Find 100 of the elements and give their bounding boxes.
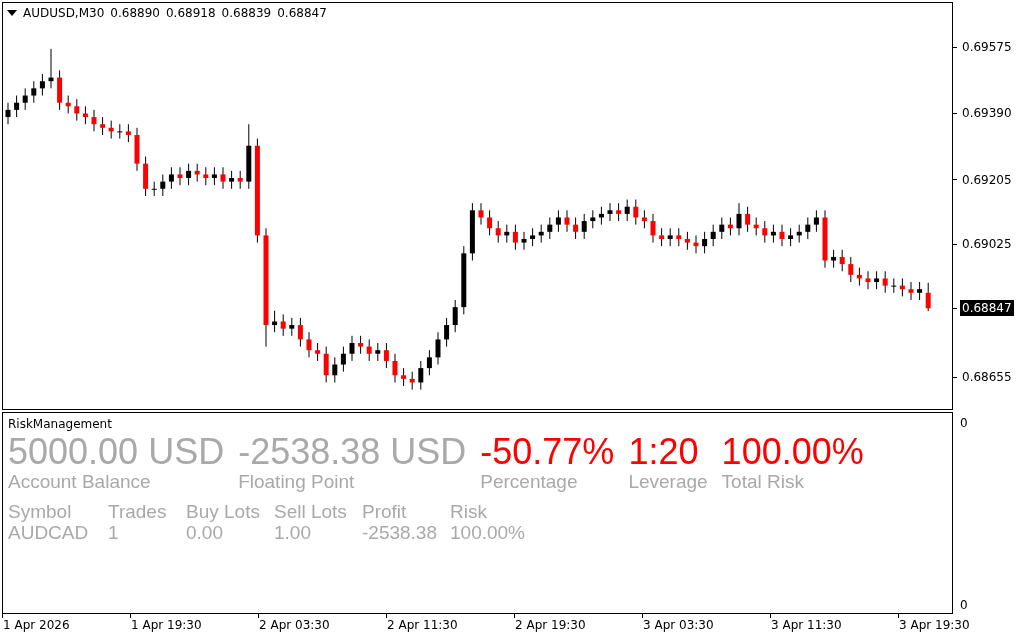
candlestick bbox=[392, 353, 398, 383]
dropdown-arrow-icon[interactable] bbox=[7, 10, 17, 16]
time-label: 3 Apr 11:30 bbox=[770, 618, 843, 632]
candlestick bbox=[573, 216, 579, 240]
time-label: 3 Apr 03:30 bbox=[642, 618, 715, 632]
chart-symbol: AUDUSD,M30 bbox=[23, 6, 105, 20]
candlestick bbox=[882, 270, 888, 294]
candlestick bbox=[444, 317, 450, 348]
candlestick bbox=[31, 80, 37, 104]
candlestick bbox=[349, 335, 355, 362]
candlestick bbox=[306, 331, 312, 358]
summary-value: -2538.38 USD bbox=[238, 433, 467, 471]
price-label: 0.69390 bbox=[961, 105, 1013, 122]
candlestick bbox=[297, 317, 303, 348]
candlestick bbox=[340, 346, 346, 373]
column-header: Sell Lots bbox=[274, 501, 348, 522]
summary-value: 1:20 bbox=[628, 433, 700, 471]
candlestick bbox=[151, 181, 157, 197]
candlestick bbox=[366, 338, 372, 362]
candlestick bbox=[925, 282, 931, 312]
candlestick bbox=[702, 231, 708, 254]
price-value: 0.68847 bbox=[277, 6, 327, 20]
candlestick bbox=[280, 313, 286, 337]
summary-value: -50.77% bbox=[480, 433, 615, 471]
candlestick bbox=[14, 95, 20, 118]
axis-label: 0 bbox=[960, 598, 969, 612]
summary-label: Total Risk bbox=[721, 471, 805, 493]
candlestick bbox=[839, 249, 845, 272]
table-cell-text: 1.00 bbox=[274, 522, 312, 543]
candlestick bbox=[762, 220, 768, 244]
price-value: 0.68839 bbox=[221, 6, 272, 20]
candlestick bbox=[452, 299, 458, 333]
candlestick bbox=[22, 87, 28, 111]
candlestick bbox=[117, 123, 123, 140]
column-header: Risk bbox=[450, 501, 488, 522]
candlestick bbox=[383, 342, 389, 369]
candlestick bbox=[908, 281, 914, 301]
price-value: 0.68918 bbox=[165, 6, 216, 20]
price-value: 0.68890 bbox=[110, 6, 160, 20]
time-label: 1 Apr 2026 bbox=[2, 618, 71, 632]
candlestick bbox=[805, 216, 811, 240]
candlestick bbox=[848, 256, 854, 283]
column-header: Symbol bbox=[8, 501, 73, 522]
candlestick bbox=[426, 349, 432, 376]
candlestick bbox=[891, 277, 897, 294]
summary-value: 5000.00 USD bbox=[8, 433, 225, 471]
candlestick bbox=[186, 163, 192, 186]
candlestick bbox=[39, 73, 45, 97]
candlestick bbox=[624, 199, 630, 222]
candlestick bbox=[555, 209, 561, 233]
candlestick bbox=[581, 213, 587, 240]
table-cell-text: 100.00% bbox=[450, 522, 526, 543]
candlestick bbox=[418, 360, 424, 391]
table-cell-text: 1 bbox=[108, 522, 120, 543]
candlestick bbox=[736, 202, 742, 236]
table-cell-text: 0.00 bbox=[186, 522, 224, 543]
time-label: 2 Apr 03:30 bbox=[258, 618, 331, 632]
candlestick bbox=[521, 231, 527, 251]
price-label: 0.69575 bbox=[961, 39, 1013, 56]
column-header: Profit bbox=[362, 501, 408, 522]
summary-label: Floating Point bbox=[238, 471, 356, 493]
time-label: 2 Apr 11:30 bbox=[386, 618, 459, 632]
candlestick bbox=[478, 202, 484, 226]
candlestick bbox=[487, 209, 493, 236]
price-label: 0.69025 bbox=[961, 236, 1013, 253]
candlestick bbox=[650, 213, 656, 244]
table-cell-text: -2538.38 bbox=[362, 522, 438, 543]
price-label: 0.68655 bbox=[961, 369, 1013, 386]
candlestick bbox=[74, 98, 80, 122]
summary-label: Leverage bbox=[628, 471, 708, 493]
candlestick bbox=[512, 224, 518, 251]
candlestick bbox=[719, 216, 725, 240]
candlestick bbox=[332, 356, 338, 383]
table-cell-text: AUDCAD bbox=[8, 522, 90, 543]
candlestick bbox=[323, 346, 329, 383]
summary-value: 100.00% bbox=[721, 433, 864, 471]
time-label: 1 Apr 19:30 bbox=[130, 618, 203, 632]
candlestick bbox=[607, 202, 613, 222]
candlestick bbox=[272, 310, 278, 333]
candlestick bbox=[633, 199, 639, 226]
time-label: 3 Apr 19:30 bbox=[898, 618, 971, 632]
candlestick bbox=[547, 216, 553, 240]
current-price-label: 0.68847 bbox=[960, 300, 1014, 317]
candlestick bbox=[865, 270, 871, 290]
candlestick bbox=[779, 224, 785, 247]
candlestick bbox=[220, 166, 226, 190]
candlestick bbox=[5, 102, 11, 125]
column-header: Trades bbox=[108, 501, 168, 522]
candlestick bbox=[91, 109, 97, 132]
price-label: 0.69205 bbox=[961, 171, 1013, 188]
candlestick bbox=[710, 224, 716, 247]
summary-label: Account Balance bbox=[8, 471, 152, 493]
candlestick bbox=[495, 220, 501, 244]
candlestick bbox=[177, 166, 183, 186]
column-header: Buy Lots bbox=[186, 501, 261, 522]
candlestick bbox=[745, 206, 751, 233]
candlestick bbox=[564, 209, 570, 233]
summary-label: Percentage bbox=[480, 471, 579, 493]
time-label: 2 Apr 19:30 bbox=[514, 618, 587, 632]
candlestick bbox=[813, 209, 819, 233]
